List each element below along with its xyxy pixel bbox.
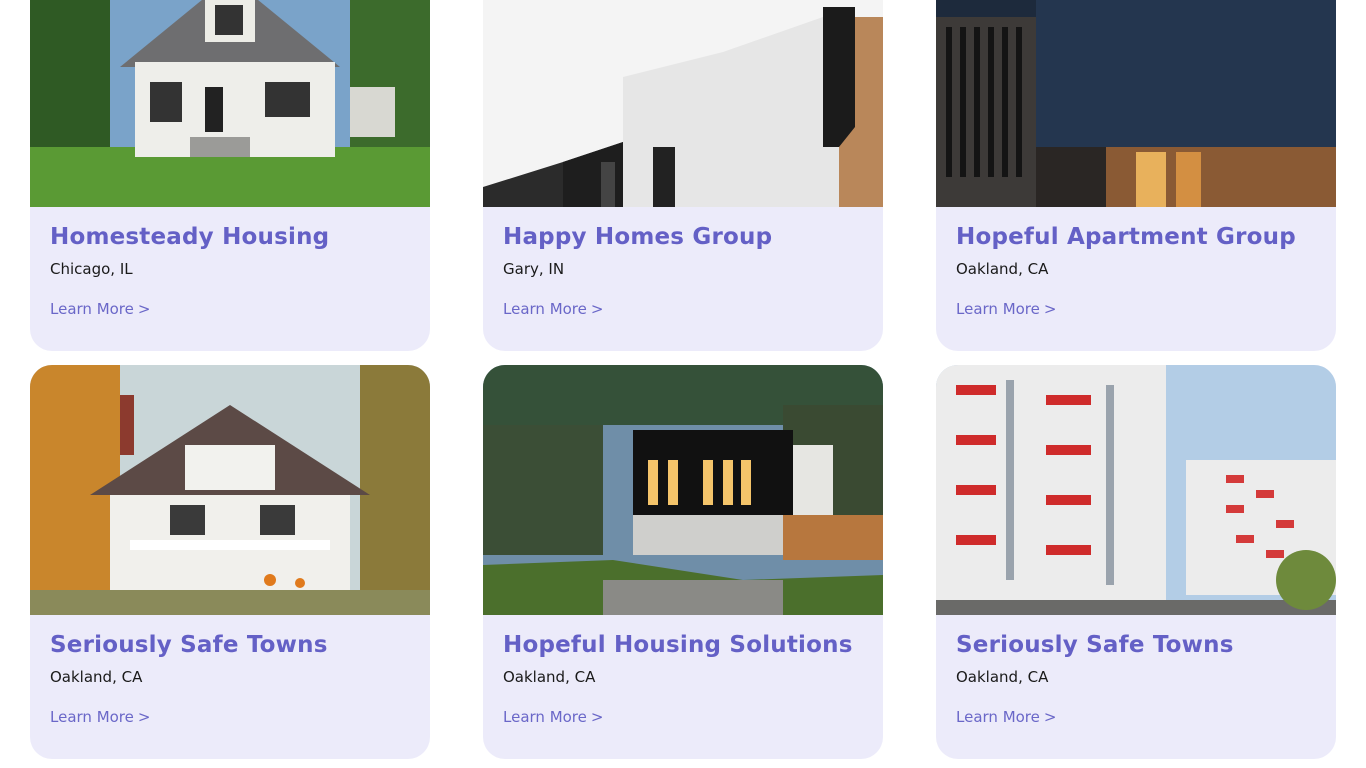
listing-card[interactable]: Seriously Safe Towns Oakland, CA Learn M… [936,365,1336,759]
chevron-right-icon: > [590,708,604,726]
listing-location: Chicago, IL [50,260,133,278]
chevron-right-icon: > [1043,708,1057,726]
learn-more-link[interactable]: Learn More > [956,300,1056,318]
listing-card[interactable]: Hopeful Housing Solutions Oakland, CA Le… [483,365,883,759]
learn-more-label: Learn More [503,300,587,318]
listing-location: Oakland, CA [956,668,1049,686]
listing-title: Hopeful Apartment Group [956,224,1296,250]
listing-card[interactable]: Seriously Safe Towns Oakland, CA Learn M… [30,365,430,759]
listing-title: Seriously Safe Towns [956,632,1234,658]
learn-more-link[interactable]: Learn More > [956,708,1056,726]
building-photo [936,365,1336,615]
learn-more-link[interactable]: Learn More > [50,708,150,726]
listing-location: Gary, IN [503,260,565,278]
listing-card[interactable]: Homesteady Housing Chicago, IL Learn Mor… [30,0,430,351]
house-photo [30,0,430,207]
learn-more-label: Learn More [956,708,1040,726]
house-photo [483,365,883,615]
chevron-right-icon: > [590,300,604,318]
listing-card[interactable]: Hopeful Apartment Group Oakland, CA Lear… [936,0,1336,351]
listing-title: Happy Homes Group [503,224,773,250]
listing-location: Oakland, CA [956,260,1049,278]
house-photo [30,365,430,615]
listing-title: Hopeful Housing Solutions [503,632,853,658]
chevron-right-icon: > [137,708,151,726]
building-photo [936,0,1336,207]
house-photo [483,0,883,207]
chevron-right-icon: > [1043,300,1057,318]
listing-location: Oakland, CA [50,668,143,686]
learn-more-label: Learn More [503,708,587,726]
learn-more-label: Learn More [50,300,134,318]
chevron-right-icon: > [137,300,151,318]
learn-more-link[interactable]: Learn More > [503,708,603,726]
learn-more-label: Learn More [50,708,134,726]
learn-more-link[interactable]: Learn More > [503,300,603,318]
listing-location: Oakland, CA [503,668,596,686]
learn-more-link[interactable]: Learn More > [50,300,150,318]
learn-more-label: Learn More [956,300,1040,318]
listing-card[interactable]: Happy Homes Group Gary, IN Learn More > [483,0,883,351]
listing-title: Seriously Safe Towns [50,632,328,658]
listing-title: Homesteady Housing [50,224,330,250]
